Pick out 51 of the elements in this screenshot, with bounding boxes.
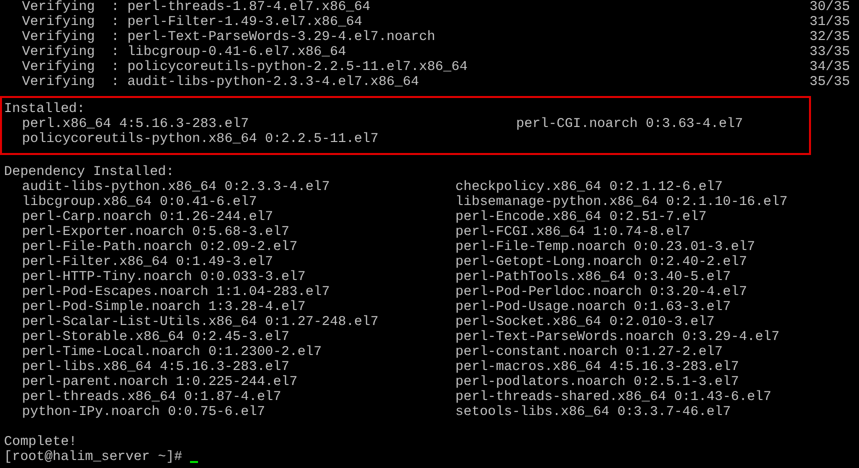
package-entry: perl-Encode.x86_64 0:2.51-7.el7	[455, 210, 708, 225]
package-entry: perl-constant.noarch 0:1.27-2.el7	[455, 345, 724, 360]
progress-count: 33/35	[809, 45, 850, 60]
progress-count: 35/35	[809, 75, 850, 90]
package-entry: perl-macros.x86_64 4:5.16.3-283.el7	[455, 360, 740, 375]
package-entry: perl-Pod-Usage.noarch 0:1.63-3.el7	[455, 300, 732, 315]
package-entry: perl-threads.x86_64 0:1.87-4.el7	[22, 390, 282, 405]
package-entry: perl-Getopt-Long.noarch 0:2.40-2.el7	[455, 255, 748, 270]
package-entry: python-IPy.noarch 0:0.75-6.el7	[22, 405, 266, 420]
package-entry: policycoreutils-python.x86_64 0:2.2.5-11.el7	[22, 132, 380, 147]
package-entry: perl-HTTP-Tiny.noarch 0:0.033-3.el7	[22, 270, 307, 285]
package-entry: perl-libs.x86_64 4:5.16.3-283.el7	[22, 360, 290, 375]
package-entry: checkpolicy.x86_64 0:2.1.12-6.el7	[455, 180, 724, 195]
verify-line: Verifying : perl-Text-ParseWords-3.29-4.el7.noarch	[22, 30, 436, 45]
package-entry: libcgroup.x86_64 0:0.41-6.el7	[22, 195, 258, 210]
progress-count: 31/35	[809, 15, 850, 30]
package-entry: perl-Time-Local.noarch 0:1.2300-2.el7	[22, 345, 323, 360]
package-entry: perl-Storable.x86_64 0:2.45-3.el7	[22, 330, 290, 345]
package-entry: perl-Filter.x86_64 0:1.49-3.el7	[22, 255, 274, 270]
verify-line: Verifying : libcgroup-0.41-6.el7.x86_64	[22, 45, 346, 60]
progress-count: 34/35	[809, 60, 850, 75]
verify-line: Verifying : policycoreutils-python-2.2.5-11.el7.x86_64	[22, 60, 468, 75]
package-entry: perl-parent.noarch 1:0.225-244.el7	[22, 375, 298, 390]
package-entry: perl-Exporter.noarch 0:5.68-3.el7	[22, 225, 290, 240]
package-entry: perl-Scalar-List-Utils.x86_64 0:1.27-248.el7	[22, 315, 380, 330]
section-heading: Dependency Installed:	[4, 165, 176, 180]
shell-prompt: [root@halim_server ~]#	[4, 450, 182, 465]
progress-count: 32/35	[809, 30, 850, 45]
package-entry: perl-podlators.noarch 0:2.5.1-3.el7	[455, 375, 740, 390]
package-entry: perl.x86_64 4:5.16.3-283.el7	[22, 117, 250, 132]
status-message: Complete!	[4, 435, 78, 450]
package-entry: perl-Pod-Escapes.noarch 1:1.04-283.el7	[22, 285, 331, 300]
verify-line: Verifying : perl-threads-1.87-4.el7.x86_64	[22, 0, 370, 15]
package-entry: perl-FCGI.x86_64 1:0.74-8.el7	[455, 225, 692, 240]
package-entry: perl-PathTools.x86_64 0:3.40-5.el7	[455, 270, 732, 285]
package-entry: perl-CGI.noarch 0:3.63-4.el7	[516, 117, 744, 132]
package-entry: perl-File-Path.noarch 0:2.09-2.el7	[22, 240, 298, 255]
verify-line: Verifying : audit-libs-python-2.3.3-4.el7.x86_64	[22, 75, 419, 90]
package-entry: perl-File-Temp.noarch 0:0.23.01-3.el7	[455, 240, 756, 255]
package-entry: perl-threads-shared.x86_64 0:1.43-6.el7	[455, 390, 772, 405]
progress-count: 30/35	[809, 0, 850, 15]
package-entry: perl-Pod-Perldoc.noarch 0:3.20-4.el7	[455, 285, 748, 300]
package-entry: libsemanage-python.x86_64 0:2.1.10-16.el7	[455, 195, 789, 210]
package-entry: setools-libs.x86_64 0:3.3.7-46.el7	[455, 405, 732, 420]
section-heading: Installed:	[4, 102, 86, 117]
package-entry: audit-libs-python.x86_64 0:2.3.3-4.el7	[22, 180, 331, 195]
package-entry: perl-Socket.x86_64 0:2.010-3.el7	[455, 315, 716, 330]
package-entry: perl-Text-ParseWords.noarch 0:3.29-4.el7	[455, 330, 780, 345]
package-entry: perl-Pod-Simple.noarch 1:3.28-4.el7	[22, 300, 307, 315]
package-entry: perl-Carp.noarch 0:1.26-244.el7	[22, 210, 274, 225]
verify-line: Verifying : perl-Filter-1.49-3.el7.x86_64	[22, 15, 362, 30]
